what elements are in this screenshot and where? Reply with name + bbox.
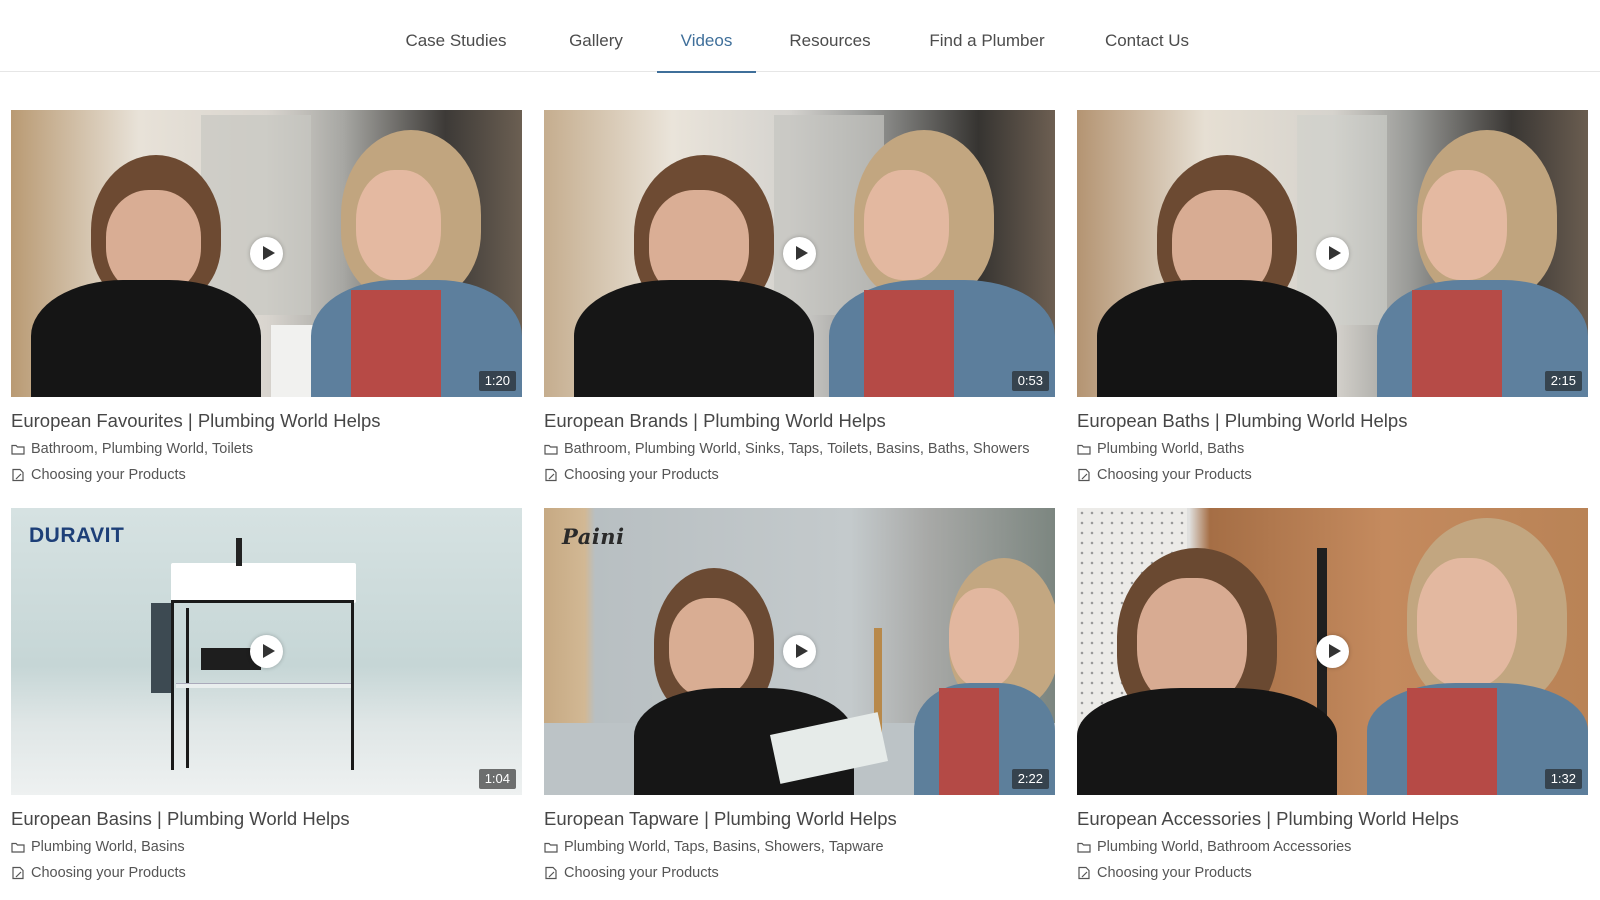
video-thumbnail[interactable]: 1:20 <box>11 110 522 397</box>
video-card: 2:15 European Baths | Plumbing World Hel… <box>1077 110 1588 486</box>
play-icon[interactable] <box>1316 635 1349 668</box>
topic-tag[interactable]: Choosing your Products <box>31 467 186 483</box>
pages-icon <box>545 468 557 481</box>
video-card: 1:20 European Favourites | Plumbing Worl… <box>11 110 522 486</box>
folder-icon <box>11 444 25 455</box>
category-tag[interactable]: Showers <box>764 839 820 855</box>
category-tag[interactable]: Baths <box>1207 441 1244 457</box>
video-topic: Choosing your Products <box>544 463 1055 486</box>
play-icon[interactable] <box>783 237 816 270</box>
video-thumbnail[interactable]: DURAVIT 1:04 <box>11 508 522 795</box>
category-tag[interactable]: Taps <box>674 839 705 855</box>
video-categories: Plumbing World, Bathroom Accessories <box>1077 835 1588 858</box>
video-title[interactable]: European Tapware | Plumbing World Helps <box>544 806 1055 832</box>
video-duration: 0:53 <box>1011 371 1049 391</box>
category-tag[interactable]: Basins <box>141 839 185 855</box>
play-icon[interactable] <box>783 635 816 668</box>
topic-tag[interactable]: Choosing your Products <box>564 865 719 881</box>
video-title[interactable]: European Brands | Plumbing World Helps <box>544 408 1055 434</box>
video-title[interactable]: European Favourites | Plumbing World Hel… <box>11 408 522 434</box>
video-categories: Bathroom, Plumbing World, Toilets <box>11 437 522 460</box>
video-card: 0:53 European Brands | Plumbing World He… <box>544 110 1055 486</box>
nav-find-a-plumber[interactable]: Find a Plumber <box>920 0 1054 72</box>
category-tag[interactable]: Plumbing World <box>31 839 133 855</box>
topic-tag[interactable]: Choosing your Products <box>564 467 719 483</box>
folder-icon <box>11 842 25 853</box>
video-categories: Bathroom, Plumbing World, Sinks, Taps, T… <box>544 437 1055 460</box>
play-icon[interactable] <box>1316 237 1349 270</box>
pages-icon <box>12 866 24 879</box>
category-tag[interactable]: Plumbing World <box>1097 441 1199 457</box>
pages-icon <box>1078 866 1090 879</box>
folder-icon <box>1077 842 1091 853</box>
video-topic: Choosing your Products <box>11 861 522 884</box>
category-tag[interactable]: Bathroom <box>31 441 94 457</box>
category-tag[interactable]: Taps <box>789 441 820 457</box>
video-topic: Choosing your Products <box>11 463 522 486</box>
pages-icon <box>545 866 557 879</box>
nav-gallery[interactable]: Gallery <box>556 0 636 72</box>
topic-tag[interactable]: Choosing your Products <box>31 865 186 881</box>
video-title[interactable]: European Baths | Plumbing World Helps <box>1077 408 1588 434</box>
video-title[interactable]: European Basins | Plumbing World Helps <box>11 806 522 832</box>
video-categories: Plumbing World, Taps, Basins, Showers, T… <box>544 835 1055 858</box>
folder-icon <box>544 842 558 853</box>
category-tag[interactable]: Sinks <box>745 441 780 457</box>
category-tag[interactable]: Showers <box>973 441 1029 457</box>
brand-logo: DURAVIT <box>29 524 125 547</box>
category-tag[interactable]: Bathroom Accessories <box>1207 839 1351 855</box>
video-topic: Choosing your Products <box>1077 463 1588 486</box>
pages-icon <box>12 468 24 481</box>
video-title[interactable]: European Accessories | Plumbing World He… <box>1077 806 1588 832</box>
category-tag[interactable]: Plumbing World <box>1097 839 1199 855</box>
nav-videos[interactable]: Videos <box>657 0 756 73</box>
video-duration: 1:20 <box>478 371 516 391</box>
category-tag[interactable]: Bathroom <box>564 441 627 457</box>
video-topic: Choosing your Products <box>544 861 1055 884</box>
category-tag[interactable]: Toilets <box>827 441 868 457</box>
video-thumbnail[interactable]: 0:53 <box>544 110 1055 397</box>
nav-resources[interactable]: Resources <box>780 0 880 72</box>
category-tag[interactable]: Basins <box>876 441 920 457</box>
category-tag[interactable]: Plumbing World <box>102 441 204 457</box>
video-card: Paini 2:22 European Tapware | Plumbing W… <box>544 508 1055 884</box>
category-tag[interactable]: Basins <box>713 839 757 855</box>
category-tag[interactable]: Toilets <box>212 441 253 457</box>
video-duration: 1:32 <box>1544 769 1582 789</box>
video-categories: Plumbing World, Baths <box>1077 437 1588 460</box>
video-thumbnail[interactable]: 2:15 <box>1077 110 1588 397</box>
play-icon[interactable] <box>250 635 283 668</box>
main-nav: Case Studies Gallery Videos Resources Fi… <box>0 0 1600 73</box>
topic-tag[interactable]: Choosing your Products <box>1097 865 1252 881</box>
video-topic: Choosing your Products <box>1077 861 1588 884</box>
pages-icon <box>1078 468 1090 481</box>
folder-icon <box>1077 444 1091 455</box>
folder-icon <box>544 444 558 455</box>
video-thumbnail[interactable]: Paini 2:22 <box>544 508 1055 795</box>
video-categories: Plumbing World, Basins <box>11 835 522 858</box>
video-duration: 2:15 <box>1544 371 1582 391</box>
video-duration: 2:22 <box>1011 769 1049 789</box>
category-tag[interactable]: Tapware <box>829 839 884 855</box>
category-tag[interactable]: Plumbing World <box>564 839 666 855</box>
nav-case-studies[interactable]: Case Studies <box>394 0 518 72</box>
nav-contact-us[interactable]: Contact Us <box>1096 0 1198 72</box>
brand-logo: Paini <box>562 524 625 549</box>
play-icon[interactable] <box>250 237 283 270</box>
video-card: DURAVIT 1:04 European Basins | Plumbing … <box>11 508 522 884</box>
category-tag[interactable]: Baths <box>928 441 965 457</box>
video-thumbnail[interactable]: 1:32 <box>1077 508 1588 795</box>
category-tag[interactable]: Plumbing World <box>635 441 737 457</box>
topic-tag[interactable]: Choosing your Products <box>1097 467 1252 483</box>
video-card: 1:32 European Accessories | Plumbing Wor… <box>1077 508 1588 884</box>
video-duration: 1:04 <box>478 769 516 789</box>
